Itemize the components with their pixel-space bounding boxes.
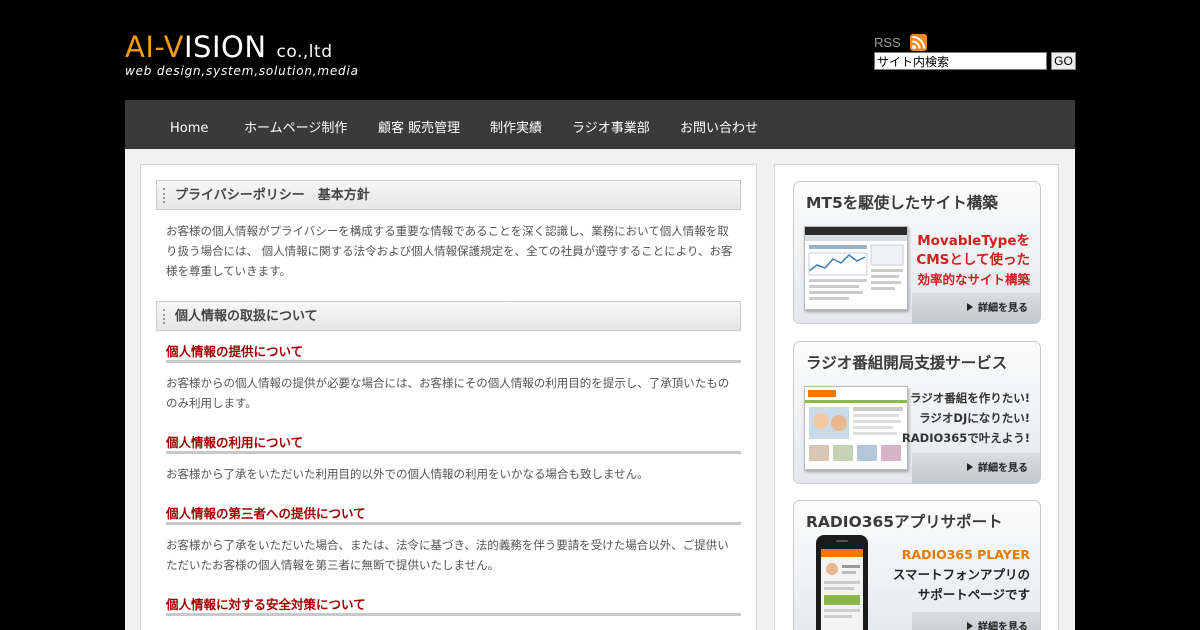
intro-paragraph: お客様の個人情報がプライバシーを構成する重要な情報であることを深く認識し、業務に… bbox=[166, 224, 733, 278]
section-body-usage: お客様から了承をいただいた利用目的以外での個人情報の利用をいかなる場合も致しませ… bbox=[166, 467, 649, 481]
banner-title: MT5を駆使したサイト構築 bbox=[806, 194, 998, 212]
rss-label: RSS bbox=[874, 35, 901, 50]
site-logo[interactable]: AI-VISION co.,ltd web design,system,solut… bbox=[125, 30, 365, 82]
logo-rest: ISION bbox=[184, 30, 267, 64]
nav-item-web-design[interactable]: ホームページ制作 bbox=[244, 100, 347, 149]
banner-mt5[interactable]: MT5を駆使したサイト構築 MovableTypeを CMSとして使った 効率的… bbox=[793, 181, 1041, 324]
banner-line: ラジオDJになりたい! bbox=[919, 411, 1030, 425]
sidebar: MT5を駆使したサイト構築 MovableTypeを CMSとして使った 効率的… bbox=[774, 164, 1059, 630]
section-body-third-party: お客様から了承をいただいた場合、または、法令に基づき、法的義務を伴う要請を受けた… bbox=[166, 538, 729, 572]
banner-more-link[interactable]: 詳細を見る bbox=[967, 299, 1028, 314]
banner-line: スマートフォンアプリの bbox=[892, 567, 1030, 582]
section-title-text: 個人情報の提供について bbox=[166, 344, 304, 359]
banner-line: サポートページです bbox=[917, 587, 1030, 602]
banner-more-text: 詳細を見る bbox=[978, 622, 1028, 630]
dashboard-screenshot bbox=[804, 226, 908, 310]
banner-more-text: 詳細を見る bbox=[978, 303, 1028, 314]
logo-tagline: web design,system,solution,media bbox=[125, 64, 359, 78]
heading-handling: 個人情報の取扱について bbox=[156, 301, 741, 331]
logo-suffix: co.,ltd bbox=[276, 42, 333, 62]
main-column: プライバシーポリシー 基本方針 お客様の個人情報がプライバシーを構成する重要な情… bbox=[140, 164, 757, 630]
heading-privacy-policy: プライバシーポリシー 基本方針 bbox=[156, 180, 741, 210]
section-title-security: 個人情報に対する安全対策について bbox=[166, 597, 741, 616]
search-input[interactable] bbox=[874, 52, 1047, 70]
banner-line: 効率的なサイト構築 bbox=[917, 272, 1030, 287]
heading-handling-text: 個人情報の取扱について bbox=[175, 309, 318, 324]
banner-line: MovableTypeを bbox=[917, 233, 1030, 249]
section-title-text: 個人情報の利用について bbox=[166, 435, 304, 450]
logo-prefix: AI- bbox=[125, 30, 164, 64]
rss-icon bbox=[909, 34, 927, 51]
triangle-right-icon bbox=[967, 463, 973, 471]
banner-radio-support[interactable]: ラジオ番組開局支援サービス ラジオ番組を作りたい! ラジオDJになりたい! RA… bbox=[793, 341, 1041, 484]
banner-radio365-app[interactable]: RADIO365アプリサポート RADIO365 PLAYER スマートフォンア… bbox=[793, 500, 1041, 630]
nav-item-contact[interactable]: お問い合わせ bbox=[680, 100, 758, 149]
search-go-button[interactable]: GO bbox=[1051, 52, 1076, 70]
page-content: プライバシーポリシー 基本方針 お客様の個人情報がプライバシーを構成する重要な情… bbox=[125, 149, 1075, 630]
banner-line: ラジオ番組を作りたい! bbox=[909, 391, 1030, 405]
section-title-usage: 個人情報の利用について bbox=[166, 435, 741, 454]
banner-title: ラジオ番組開局支援サービス bbox=[806, 354, 1008, 372]
section-title-provision: 個人情報の提供について bbox=[166, 344, 741, 363]
section-title-text: 個人情報に対する安全対策について bbox=[166, 597, 366, 612]
banner-line: RADIO365で叶えよう! bbox=[901, 431, 1030, 445]
smartphone-image bbox=[816, 535, 868, 630]
radio-site-screenshot bbox=[804, 386, 908, 470]
banner-copy: ラジオ番組を作りたい! ラジオDJになりたい! RADIO365で叶えよう! bbox=[902, 388, 1030, 448]
nav-item-radio[interactable]: ラジオ事業部 bbox=[572, 100, 650, 149]
section-title-third-party: 個人情報の第三者への提供について bbox=[166, 506, 741, 525]
banner-more-text: 詳細を見る bbox=[978, 463, 1028, 474]
nav-item-home[interactable]: Home bbox=[170, 100, 208, 149]
triangle-right-icon bbox=[967, 303, 973, 311]
banner-title: RADIO365アプリサポート bbox=[806, 513, 1003, 531]
banner-line: RADIO365 PLAYER bbox=[901, 547, 1030, 562]
section-title-text: 個人情報の第三者への提供について bbox=[166, 506, 366, 521]
triangle-right-icon bbox=[967, 622, 973, 630]
banner-copy: MovableTypeを CMSとして使った 効率的なサイト構築 bbox=[916, 232, 1030, 289]
heading-privacy-policy-text: プライバシーポリシー 基本方針 bbox=[175, 188, 370, 203]
banner-copy: RADIO365 PLAYER スマートフォンアプリの サポートページです bbox=[893, 545, 1030, 605]
rss-link[interactable]: RSS bbox=[874, 34, 927, 51]
nav-item-works[interactable]: 制作実績 bbox=[490, 100, 542, 149]
banner-more-link[interactable]: 詳細を見る bbox=[967, 459, 1028, 474]
banner-more-link[interactable]: 詳細を見る bbox=[967, 618, 1028, 630]
logo-v: V bbox=[163, 30, 184, 64]
site-search: GO bbox=[874, 52, 1076, 70]
main-nav: Home ホームページ制作 顧客 販売管理 制作実績 ラジオ事業部 お問い合わせ bbox=[125, 100, 1075, 149]
section-body-provision: お客様からの個人情報の提供が必要な場合には、お客様にその個人情報の利用目的を提示… bbox=[166, 376, 730, 410]
banner-line: CMSとして使った bbox=[916, 252, 1030, 268]
nav-item-customer-management[interactable]: 顧客 販売管理 bbox=[378, 100, 460, 149]
